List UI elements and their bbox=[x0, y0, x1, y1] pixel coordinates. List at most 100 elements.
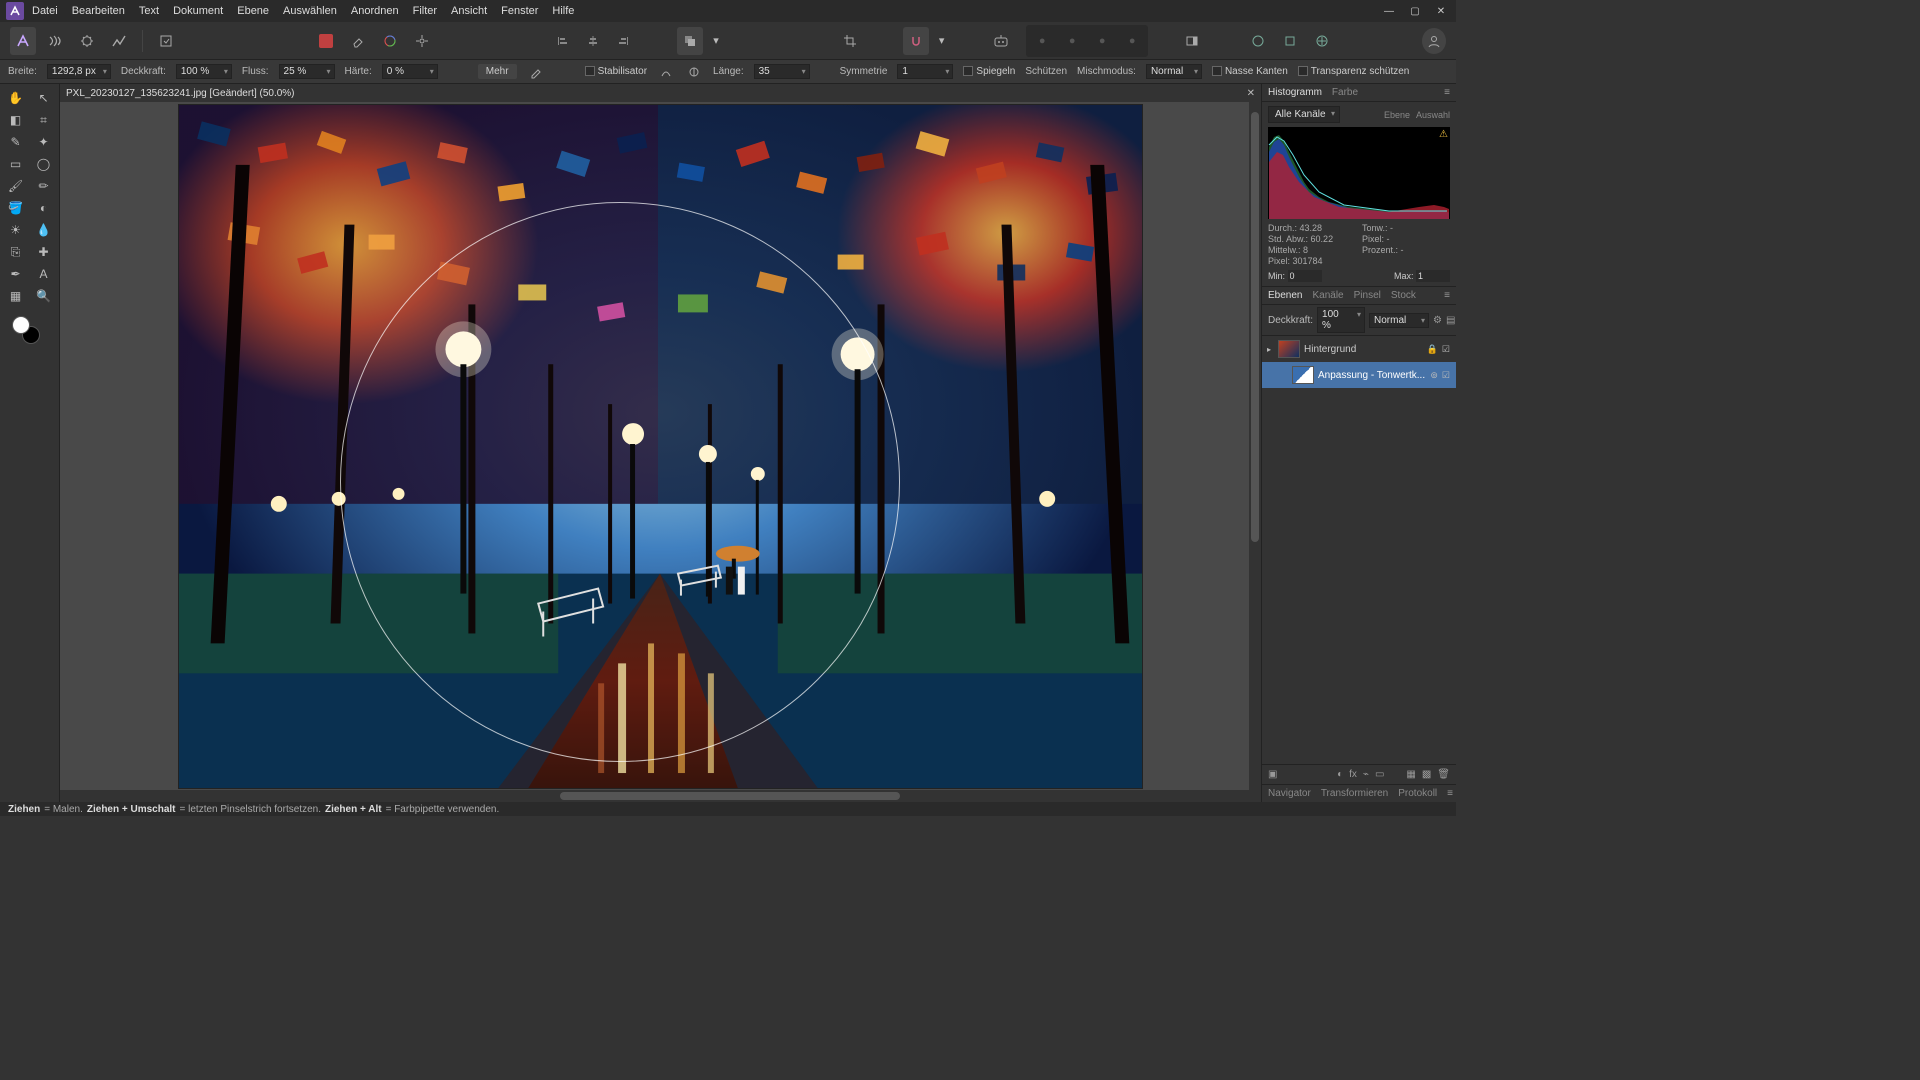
assistant-icon[interactable] bbox=[988, 27, 1014, 55]
lock-icon[interactable]: 🔒 bbox=[1427, 344, 1438, 355]
protect-label[interactable]: Schützen bbox=[1025, 66, 1067, 77]
link-icon[interactable]: ⊚ bbox=[1430, 370, 1438, 381]
align-center-icon[interactable] bbox=[579, 27, 607, 55]
mask-icon[interactable]: ▣ bbox=[1268, 769, 1277, 780]
brush-settings-icon[interactable] bbox=[527, 63, 545, 81]
dodge-tool-icon[interactable]: ☀ bbox=[3, 220, 29, 240]
lasso-tool-icon[interactable]: ◯ bbox=[31, 154, 57, 174]
gradient-tool-icon[interactable]: ◐ bbox=[31, 198, 57, 218]
tab-brushes[interactable]: Pinsel bbox=[1354, 290, 1381, 301]
group-icon[interactable]: ▭ bbox=[1375, 769, 1384, 780]
stabilizer-checkbox[interactable]: Stabilisator bbox=[585, 66, 647, 77]
snap-dropdown-icon[interactable]: ▾ bbox=[935, 27, 948, 55]
channel-select[interactable]: Alle Kanäle bbox=[1268, 106, 1340, 123]
menu-text[interactable]: Text bbox=[139, 5, 159, 17]
layer-opacity-input[interactable]: 100 % bbox=[1317, 307, 1365, 333]
tab-channels[interactable]: Kanäle bbox=[1312, 290, 1343, 301]
hardness-input[interactable]: 0 % bbox=[382, 64, 438, 79]
color-picker[interactable] bbox=[2, 316, 57, 346]
flow-input[interactable]: 25 % bbox=[279, 64, 335, 79]
tab-stock[interactable]: Stock bbox=[1391, 290, 1416, 301]
hist-max-input[interactable] bbox=[1416, 270, 1450, 282]
bottom-menu-icon[interactable]: ≡ bbox=[1447, 788, 1453, 799]
window-minimize[interactable]: — bbox=[1380, 4, 1398, 18]
hist-min-input[interactable] bbox=[1288, 270, 1322, 282]
brush-tool-icon[interactable]: 🖌 bbox=[3, 176, 29, 196]
menu-anordnen[interactable]: Anordnen bbox=[351, 5, 399, 17]
livefilter-icon[interactable]: ⌁ bbox=[1363, 769, 1369, 780]
menu-hilfe[interactable]: Hilfe bbox=[552, 5, 574, 17]
panel-menu-icon[interactable]: ≡ bbox=[1444, 87, 1450, 98]
pen-tool-icon[interactable]: ✒ bbox=[3, 264, 29, 284]
adjustment-icon[interactable]: ◐ bbox=[1337, 769, 1343, 780]
share-icon[interactable] bbox=[1309, 27, 1335, 55]
wet-edges-checkbox[interactable]: Nasse Kanten bbox=[1212, 66, 1288, 77]
fill-tool-icon[interactable]: 🪣 bbox=[3, 198, 29, 218]
view-tool-icon[interactable]: ◧ bbox=[3, 110, 29, 130]
menu-datei[interactable]: Datei bbox=[32, 5, 58, 17]
pencil-tool-icon[interactable]: ✏ bbox=[31, 176, 57, 196]
fx-icon[interactable]: fx bbox=[1349, 769, 1357, 780]
width-input[interactable]: 1292,8 px bbox=[47, 64, 111, 79]
persona-export-icon[interactable] bbox=[153, 27, 179, 55]
align-right-icon[interactable] bbox=[609, 27, 637, 55]
close-tab-icon[interactable]: ✕ bbox=[1247, 88, 1255, 99]
layer-blend-select[interactable]: Normal bbox=[1369, 313, 1429, 328]
arrange-icon[interactable] bbox=[677, 27, 703, 55]
layer-name[interactable]: Anpassung - Tonwertk... bbox=[1318, 370, 1426, 381]
mirror-checkbox[interactable]: Spiegeln bbox=[963, 66, 1015, 77]
marquee-tool-icon[interactable]: ▭ bbox=[3, 154, 29, 174]
addlayer-icon[interactable]: ▦ bbox=[1406, 769, 1415, 780]
visible-icon[interactable]: ☑ bbox=[1442, 344, 1450, 355]
foreground-color[interactable] bbox=[12, 316, 30, 334]
cloud-icon[interactable] bbox=[1277, 27, 1303, 55]
clone-tool-icon[interactable]: ⎘ bbox=[3, 242, 29, 262]
layers-menu-icon[interactable]: ≡ bbox=[1444, 290, 1450, 301]
more-button[interactable]: Mehr bbox=[478, 64, 517, 79]
menu-fenster[interactable]: Fenster bbox=[501, 5, 538, 17]
snap-icon[interactable] bbox=[903, 27, 929, 55]
move-tool-icon[interactable]: ↖ bbox=[31, 88, 57, 108]
crop-icon[interactable] bbox=[837, 27, 863, 55]
vertical-scrollbar[interactable] bbox=[1249, 102, 1261, 790]
eraser-icon[interactable] bbox=[345, 27, 371, 55]
hist-selection-button[interactable]: Auswahl bbox=[1416, 110, 1450, 120]
delete-icon[interactable]: 🗑 bbox=[1437, 769, 1450, 780]
canvas-viewport[interactable] bbox=[60, 102, 1261, 790]
layer-fx-icon[interactable]: ▤ bbox=[1446, 315, 1455, 326]
blendmode-select[interactable]: Normal bbox=[1146, 64, 1202, 79]
tab-history[interactable]: Protokoll bbox=[1398, 788, 1437, 799]
sync-icon[interactable] bbox=[1245, 27, 1271, 55]
addpixel-icon[interactable]: ▩ bbox=[1422, 769, 1431, 780]
protect-alpha-checkbox[interactable]: Transparenz schützen bbox=[1298, 66, 1410, 77]
color-wheel-icon[interactable] bbox=[377, 27, 403, 55]
qa-3-icon[interactable]: ● bbox=[1088, 27, 1116, 55]
menu-ebene[interactable]: Ebene bbox=[237, 5, 269, 17]
persona-liquify-icon[interactable] bbox=[42, 27, 68, 55]
symmetry-input[interactable]: 1 bbox=[897, 64, 953, 79]
layer-name[interactable]: Hintergrund bbox=[1304, 344, 1423, 355]
window-maximize[interactable]: ▢ bbox=[1406, 4, 1424, 18]
tab-transform[interactable]: Transformieren bbox=[1321, 788, 1388, 799]
shape-tool-icon[interactable]: ▦ bbox=[3, 286, 29, 306]
heal-tool-icon[interactable]: ✚ bbox=[31, 242, 57, 262]
menu-bearbeiten[interactable]: Bearbeiten bbox=[72, 5, 125, 17]
hist-layer-button[interactable]: Ebene bbox=[1384, 110, 1410, 120]
tab-color[interactable]: Farbe bbox=[1332, 87, 1358, 98]
hand-tool-icon[interactable]: ✋ bbox=[3, 88, 29, 108]
zoom-tool-icon[interactable]: 🔍 bbox=[31, 286, 57, 306]
stab-mode1-icon[interactable] bbox=[657, 63, 675, 81]
stab-mode2-icon[interactable] bbox=[685, 63, 703, 81]
qa-1-icon[interactable]: ● bbox=[1028, 27, 1056, 55]
vis-icon[interactable]: ▸ bbox=[1264, 344, 1274, 354]
length-input[interactable]: 35 bbox=[754, 64, 810, 79]
text-tool-icon[interactable]: A bbox=[31, 264, 57, 284]
histogram-warning-icon[interactable]: ⚠ bbox=[1439, 129, 1448, 140]
qa-2-icon[interactable]: ● bbox=[1058, 27, 1086, 55]
horizontal-scrollbar[interactable] bbox=[60, 790, 1261, 802]
crop-tool-icon[interactable]: ⌗ bbox=[31, 110, 57, 130]
tab-histogram[interactable]: Histogramm bbox=[1268, 87, 1322, 98]
vis-icon[interactable] bbox=[1278, 370, 1288, 380]
document-tab[interactable]: PXL_20230127_135623241.jpg [Geändert] (5… bbox=[66, 88, 295, 99]
visible-icon[interactable]: ☑ bbox=[1442, 370, 1450, 381]
